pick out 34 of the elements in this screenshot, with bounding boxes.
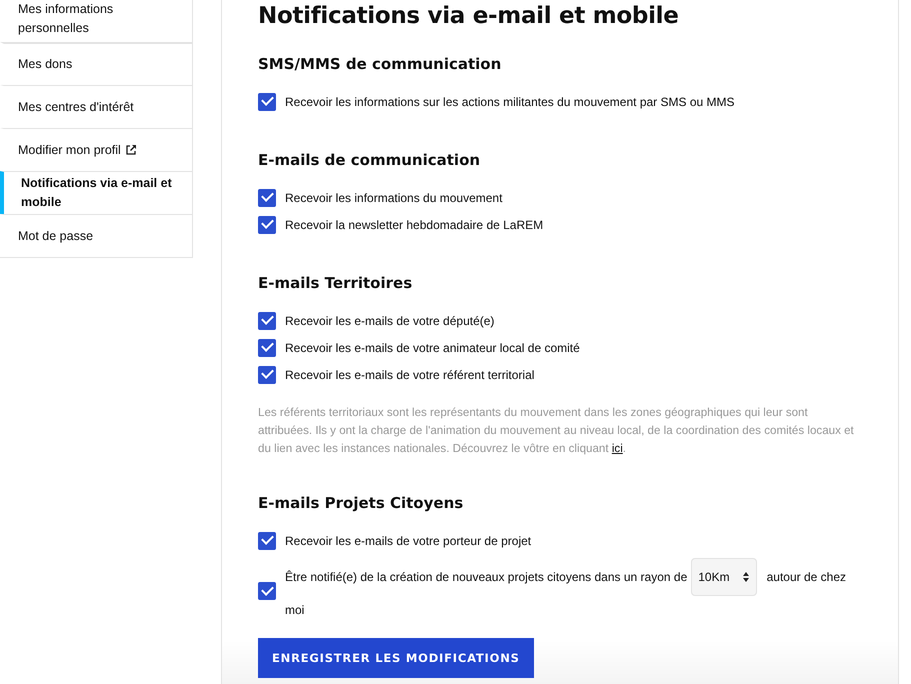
radius-select[interactable]: 10Km <box>691 558 757 596</box>
sidebar-item[interactable]: Mes dons <box>0 42 192 85</box>
section-heading: E-mails de communication <box>258 150 482 170</box>
checkbox[interactable] <box>258 582 276 600</box>
checkbox-label: Recevoir les e-mails de votre porteur de projet <box>285 534 532 548</box>
checkbox-label: moi <box>285 602 306 619</box>
checkbox-label: Recevoir les e-mails de votre animateur local de comité <box>285 340 580 354</box>
section-heading: SMS/MMS de communication <box>258 54 502 74</box>
checkbox[interactable] <box>258 216 276 234</box>
save-button[interactable]: ENREGISTRER LES MODIFICATIONS <box>258 638 534 678</box>
section-heading: E-mails Territoires <box>258 273 414 293</box>
checkbox-label: Recevoir les informations sur les actions militantes du mouvement par SMS ou MMS <box>285 94 735 108</box>
link[interactable]: ici <box>612 442 623 455</box>
page-title: Notifications via e-mail et mobile <box>258 2 680 30</box>
sidebar-item[interactable]: Notifications via e-mail et mobile <box>0 171 192 214</box>
sidebar-item[interactable]: Mot de passe <box>0 214 192 257</box>
checkbox[interactable] <box>258 532 276 550</box>
sidebar-item[interactable]: Mes informations personnelles <box>0 0 192 42</box>
checkbox-label: Être notifié(e) de la création de nouveaux projets citoyens dans un rayon de <box>285 570 688 584</box>
checkbox-label: autour de chez <box>766 570 846 584</box>
checkbox[interactable] <box>258 366 276 384</box>
checkbox-label: Recevoir les e-mails de votre député(e) <box>285 314 494 328</box>
section-heading: E-mails Projets Citoyens <box>258 493 464 513</box>
sidebar-item[interactable]: Mes centres d'intérêt <box>0 85 192 128</box>
checkbox-label: Recevoir la newsletter hebdomadaire de LaREM <box>285 218 544 232</box>
checkbox[interactable] <box>258 312 276 330</box>
stepper-icon <box>742 571 750 583</box>
sidebar-item[interactable]: Modifier mon profil <box>0 128 192 171</box>
checkbox[interactable] <box>258 188 276 206</box>
checkbox[interactable] <box>258 338 276 356</box>
checkbox-label: Recevoir les e-mails de votre référent territorial <box>285 368 534 382</box>
help-text: Les référents territoriaux sont les représentants du mouvement dans les zones géographiques qui leur sont attribuées. Ils y ont la charge de l'animation du mouvement au niveau local, de la coordination des comités locaux et du lien avec les instances nationales. Découvrez le vôtre en cliquant ici. <box>258 405 855 457</box>
checkbox[interactable] <box>258 92 276 110</box>
checkbox-label: Recevoir les informations du mouvement <box>285 190 502 204</box>
